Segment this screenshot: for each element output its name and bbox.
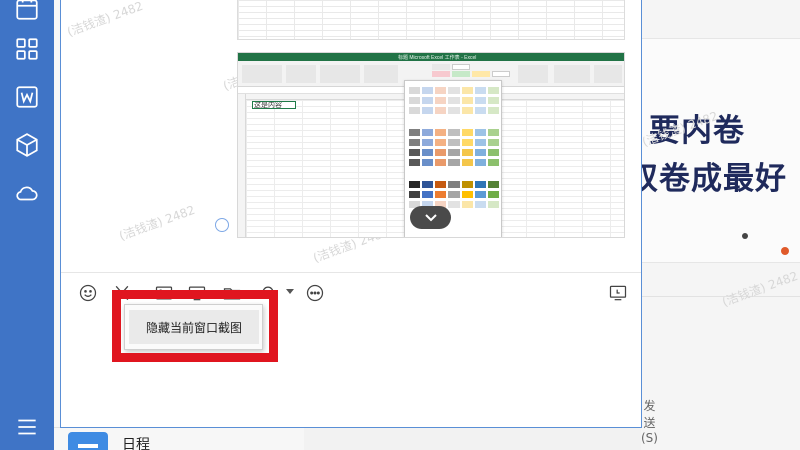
emoji-icon[interactable] [77,282,99,304]
bell-icon[interactable] [257,282,279,304]
input-toolbar [61,280,641,306]
tool-dropdown-icon[interactable] [286,289,294,294]
chat-window: (洁钱渣) 2482 (洁钱渣) 2482 (洁钱渣) 2482 (洁钱渣) 2… [60,0,658,445]
article-headline-line2: 双卷成最好 [641,161,787,197]
scissors-icon[interactable] [111,282,133,304]
menu-icon[interactable] [12,412,42,442]
right-panel-divider [641,296,800,297]
watermark: (洁钱渣) 2482 [117,202,197,244]
image-icon[interactable] [153,282,175,304]
schedule-label: 日程 [122,437,150,450]
article-headline-line1: 要内卷 [649,113,745,149]
expand-messages-button[interactable] [410,206,451,229]
watermark: (洁钱渣) 2482 [65,0,145,40]
screenshot-context-menu: 隐藏当前窗口截图 [124,304,263,350]
schedule-icon [68,432,108,450]
article-dot [742,233,748,239]
screenshot-message-top[interactable] [237,0,625,40]
menu-item-hide-window-screenshot[interactable]: 隐藏当前窗口截图 [129,310,259,344]
send-button[interactable]: 发送(S) [641,397,658,445]
cloud-icon[interactable] [12,178,42,208]
word-doc-icon[interactable] [12,82,42,112]
article-badge-icon [781,247,789,255]
calendar-icon[interactable] [12,0,42,24]
loading-spinner-icon [215,218,229,232]
cube-icon[interactable] [12,130,42,160]
apps-grid-icon[interactable] [12,34,42,64]
excel-title-bar: 标题 Microsoft Excel 工作表 - Excel [238,53,624,61]
excel-cell-a1: 这是内容 [252,101,296,109]
excel-title-text: 标题 Microsoft Excel 工作表 - Excel [398,55,477,61]
chevron-down-icon [424,213,437,221]
message-area: (洁钱渣) 2482 (洁钱渣) 2482 (洁钱渣) 2482 (洁钱渣) 2… [61,0,641,272]
screen-icon[interactable] [186,282,208,304]
more-icon[interactable] [304,282,326,304]
folder-icon[interactable] [221,282,243,304]
history-icon[interactable] [607,282,629,304]
article-preview: 要内卷 双卷成最好 [641,38,800,263]
list-item-schedule[interactable]: 日程 [68,432,150,450]
app-rail [0,0,54,450]
input-divider [61,272,641,273]
excel-row-header [238,94,246,237]
